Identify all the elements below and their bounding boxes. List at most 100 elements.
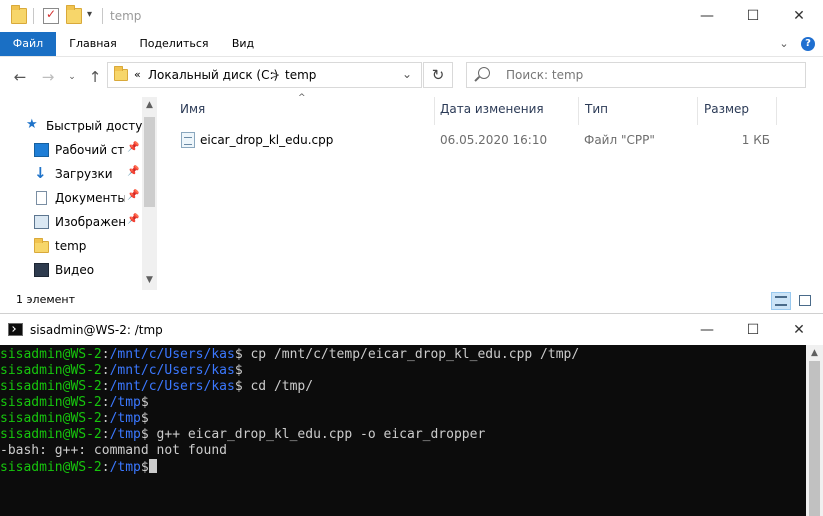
terminal-scrollbar[interactable]: ▲ [806,345,823,516]
prompt-colon: : [101,379,110,394]
properties-icon[interactable] [43,7,59,24]
star-icon: ★ [26,117,38,132]
prompt-path: /tmp [109,395,141,410]
tab-view[interactable]: Вид [226,32,260,56]
address-overflow[interactable]: « [134,68,141,81]
nav-item-desktop[interactable]: Рабочий сто 📌 [0,138,142,162]
folder-icon [34,238,49,253]
navigation-scrollbar[interactable]: ▲ ▼ [142,97,157,290]
terminal-prompt-line: sisadmin@WS-2:/mnt/c/Users/kas$ cd /tmp/ [0,379,313,395]
nav-item-video[interactable]: Видео [0,258,142,282]
folder-icon[interactable] [11,5,27,24]
ribbon-tabs: Файл Главная Поделиться Вид ⌄ ? [0,32,823,57]
forward-arrow-icon[interactable]: → [38,67,58,87]
close-icon[interactable]: ✕ [776,0,822,32]
breadcrumb-temp[interactable]: temp [285,68,316,82]
details-view-icon[interactable] [771,292,791,310]
terminal-output[interactable]: sisadmin@WS-2:/mnt/c/Users/kas$ cp /mnt/… [0,345,806,516]
maximize-icon[interactable]: ☐ [730,314,776,346]
prompt-user: sisadmin@WS-2 [0,427,102,442]
file-date: 06.05.2020 16:10 [440,133,548,147]
tab-file[interactable]: Файл [0,32,56,56]
terminal-prompt-line: sisadmin@WS-2:/mnt/c/Users/kas$ cp /mnt/… [0,347,579,363]
nav-item-quick-access[interactable]: ★ Быстрый доступ [0,114,142,138]
nav-item-downloads[interactable]: ↓ Загрузки 📌 [0,162,142,186]
scrollbar-thumb[interactable] [144,117,155,207]
pictures-icon [34,215,49,229]
column-divider[interactable] [776,97,777,125]
search-input[interactable]: Поиск: temp [506,68,583,82]
prompt-symbol: $ [234,347,243,362]
prompt-colon: : [101,411,110,426]
address-dropdown-chevron-icon[interactable]: ⌄ [402,67,412,81]
column-divider[interactable] [434,97,435,125]
file-row[interactable]: eicar_drop_kl_edu.cpp 06.05.2020 16:10 Ф… [176,130,776,152]
prompt-symbol: $ [140,460,149,475]
pin-icon[interactable]: 📌 [127,190,139,201]
terminal-titlebar: sisadmin@WS-2: /tmp — ☐ ✕ [0,313,823,345]
minimize-icon[interactable]: — [684,314,730,346]
pin-icon[interactable]: 📌 [127,142,139,153]
column-header-date[interactable]: Дата изменения [440,102,544,120]
pin-icon[interactable]: 📌 [127,166,139,177]
column-divider[interactable] [697,97,698,125]
close-icon[interactable]: ✕ [776,314,822,346]
prompt-symbol: $ [140,411,149,426]
scroll-up-icon[interactable]: ▲ [142,100,157,110]
search-box[interactable]: Поиск: temp [466,62,806,88]
search-icon [478,67,490,79]
terminal-title: sisadmin@WS-2: /tmp [30,323,163,337]
up-arrow-icon[interactable]: ↑ [85,67,105,87]
address-bar[interactable]: « Локальный диск (C:) > temp ⌄ [107,62,422,88]
prompt-symbol: $ [234,363,243,378]
column-divider[interactable] [578,97,579,125]
new-folder-icon[interactable] [66,5,82,24]
scroll-up-icon[interactable]: ▲ [806,348,823,358]
maximize-icon[interactable]: ☐ [730,0,776,32]
column-header-size[interactable]: Размер [704,102,749,120]
nav-item-pictures[interactable]: Изображени 📌 [0,210,142,234]
nav-item-label: Изображени [55,215,125,229]
nav-item-temp[interactable]: temp [0,234,142,258]
back-arrow-icon[interactable]: ← [10,67,30,87]
cpp-file-icon [181,132,195,148]
prompt-symbol: $ [140,395,149,410]
video-icon [34,263,49,277]
expand-ribbon-chevron-icon[interactable]: ⌄ [774,34,794,54]
breadcrumb-local-disk[interactable]: Локальный диск (C:) [148,68,278,82]
status-bar: 1 элемент [0,290,823,313]
scroll-down-icon[interactable]: ▼ [142,275,157,285]
desktop-icon [34,143,49,157]
pin-icon[interactable]: 📌 [127,214,139,225]
nav-item-label: Загрузки [55,167,113,181]
nav-item-label: Документы [55,191,125,205]
nav-item-label: Быстрый доступ [46,119,142,133]
prompt-path: /mnt/c/Users/kas [109,379,235,394]
column-header-name[interactable]: Имя [180,102,205,120]
terminal-prompt-line: sisadmin@WS-2:/tmp$ g++ eicar_drop_kl_ed… [0,427,485,443]
nav-item-label: temp [55,239,87,253]
terminal-window: sisadmin@WS-2: /tmp — ☐ ✕ sisadmin@WS-2:… [0,313,823,516]
prompt-path: /tmp [109,411,141,426]
recent-locations-chevron-icon[interactable]: ⌄ [62,67,82,87]
file-name: eicar_drop_kl_edu.cpp [200,133,334,147]
prompt-colon: : [101,427,110,442]
prompt-colon: : [101,460,110,475]
large-icons-view-icon[interactable] [795,292,815,310]
tab-home[interactable]: Главная [63,32,123,56]
tab-share[interactable]: Поделиться [135,32,213,56]
file-type: Файл "CPP" [584,133,655,147]
prompt-path: /mnt/c/Users/kas [109,363,235,378]
help-icon[interactable]: ? [801,37,815,51]
prompt-user: sisadmin@WS-2 [0,411,102,426]
nav-item-documents[interactable]: Документы 📌 [0,186,142,210]
terminal-prompt-line: sisadmin@WS-2:/tmp$ [0,411,149,427]
scrollbar-thumb[interactable] [809,361,820,516]
prompt-user: sisadmin@WS-2 [0,347,102,362]
sort-ascending-icon: ^ [298,93,306,103]
column-header-type[interactable]: Тип [585,102,608,120]
text-cursor [148,459,157,473]
minimize-icon[interactable]: — [684,0,730,32]
customize-toolbar-chevron-icon[interactable]: ▾ [87,9,92,20]
refresh-icon[interactable]: ↻ [423,62,453,88]
